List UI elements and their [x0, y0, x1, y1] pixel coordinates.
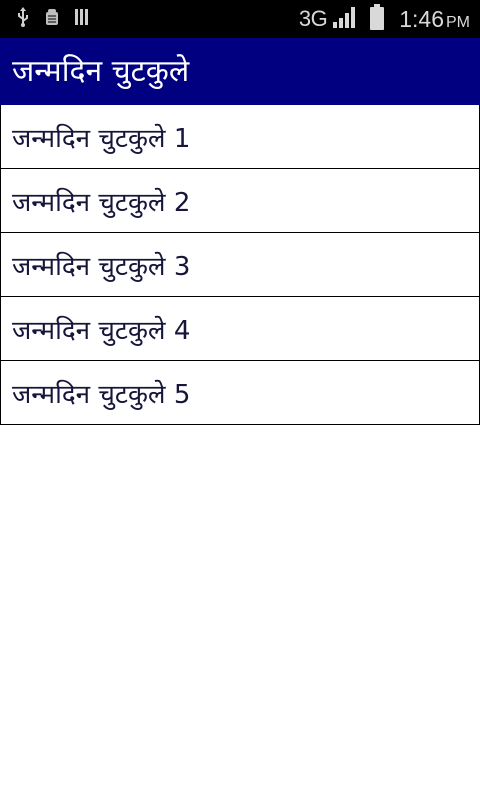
status-bar: 3G 1:46 PM	[0, 0, 480, 38]
list-item[interactable]: जन्मदिन चुटकुले 1	[1, 105, 479, 169]
list-item[interactable]: जन्मदिन चुटकुले 4	[1, 297, 479, 361]
list-item-label: जन्मदिन चुटकुले 4	[12, 315, 191, 346]
status-right-area: 3G 1:46 PM	[299, 0, 470, 38]
clock: 1:46 PM	[399, 6, 470, 33]
list-item-label: जन्मदिन चुटकुले 3	[12, 251, 191, 282]
app-bar: जन्मदिन चुटकुले	[0, 38, 480, 105]
page-title: जन्मदिन चुटकुले	[12, 54, 190, 89]
usb-icon	[16, 7, 30, 31]
list-item-label: जन्मदिन चुटकुले 5	[12, 379, 191, 410]
list-item[interactable]: जन्मदिन चुटकुले 5	[1, 361, 479, 425]
list-item[interactable]: जन्मदिन चुटकुले 2	[1, 169, 479, 233]
network-type: 3G	[298, 6, 328, 31]
battery-icon	[369, 4, 385, 34]
list-item-label: जन्मदिन चुटकुले 1	[12, 123, 191, 154]
storage-icon	[74, 7, 90, 31]
status-left-icons	[16, 7, 90, 31]
list-item[interactable]: जन्मदिन चुटकुले 3	[1, 233, 479, 297]
signal-bars-icon	[333, 6, 357, 32]
joke-list: जन्मदिन चुटकुले 1 जन्मदिन चुटकुले 2 जन्म…	[0, 105, 480, 425]
clock-ampm: PM	[446, 13, 470, 31]
list-item-label: जन्मदिन चुटकुले 2	[12, 187, 191, 218]
android-debug-icon	[44, 7, 60, 31]
clock-time: 1:46	[399, 5, 444, 32]
